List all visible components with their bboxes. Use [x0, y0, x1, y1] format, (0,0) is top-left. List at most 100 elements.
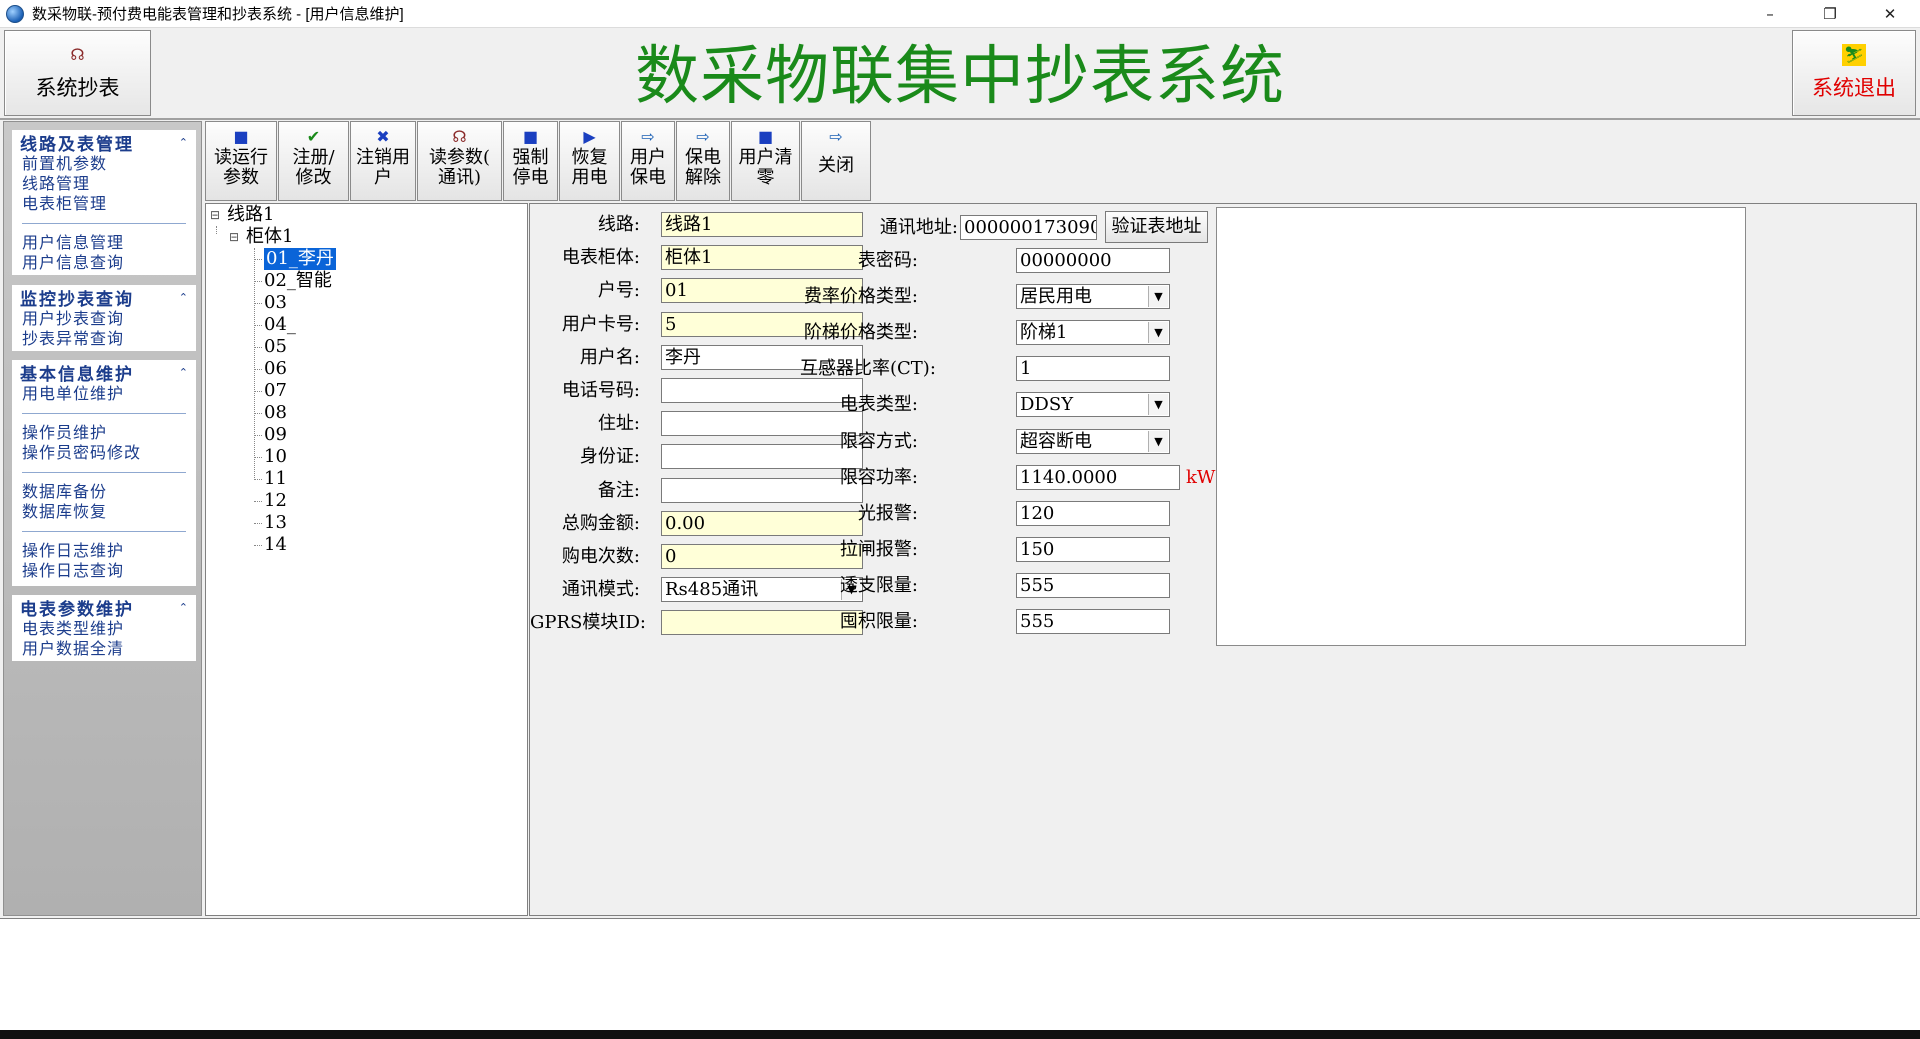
- door-icon: ⇨: [829, 127, 843, 146]
- text-field[interactable]: 120: [1016, 500, 1170, 526]
- field-value: 1140.0000: [1020, 466, 1118, 488]
- tree-node-user[interactable]: 08: [264, 402, 287, 424]
- sidebar: 线路及表管理 ⌃ 前置机参数 线路管理 电表柜管理 用户信息管理 用户信息查询 监…: [3, 121, 202, 916]
- collapse-icon[interactable]: ⌃: [179, 601, 188, 614]
- nav-group-basic-info: 基本信息维护 ⌃ 用电单位维护 操作员维护 操作员密码修改 数据库备份 数据库恢复…: [12, 360, 196, 586]
- nav-item[interactable]: 用户抄表查询: [12, 309, 196, 329]
- dropdown-select[interactable]: 阶梯1 ▼: [1016, 320, 1170, 346]
- nav-group-header[interactable]: 基本信息维护 ⌃: [12, 360, 196, 385]
- tree-line: [254, 523, 262, 524]
- dropdown-select[interactable]: DDSY ▼: [1016, 392, 1170, 418]
- nav-item[interactable]: 数据库恢复: [12, 502, 196, 522]
- nav-group-monitor: 监控抄表查询 ⌃ 用户抄表查询 抄表异常查询: [12, 285, 196, 351]
- nav-item[interactable]: 抄表异常查询: [12, 329, 196, 349]
- tree-node-user[interactable]: 03: [264, 292, 287, 314]
- collapse-icon[interactable]: ⌃: [179, 366, 188, 379]
- verify-address-button[interactable]: 验证表地址: [1105, 211, 1208, 243]
- text-field[interactable]: 1140.0000: [1016, 464, 1180, 490]
- nav-item[interactable]: 前置机参数: [12, 154, 196, 174]
- nav-item[interactable]: 操作员维护: [12, 423, 196, 443]
- nav-group-header[interactable]: 电表参数维护 ⌃: [12, 595, 196, 620]
- tree-node-user[interactable]: 10: [264, 446, 287, 468]
- dropdown-select[interactable]: 超容断电 ▼: [1016, 428, 1170, 454]
- tree-node-user[interactable]: 02_智能: [264, 270, 332, 292]
- text-field[interactable]: 555: [1016, 572, 1170, 598]
- chevron-down-icon[interactable]: ▼: [1148, 394, 1168, 416]
- toolbar-button[interactable]: ▶ 恢复 用电: [559, 121, 620, 201]
- toolbar-button[interactable]: ■ 用户清 零: [731, 121, 800, 201]
- toolbar: ■ 读运行 参数 ✔ 注册/ 修改 ✖ 注销用 户 ☊ 读参数( 通讯) ■ 强制 停电 ▶ 恢复 用…: [205, 121, 872, 201]
- toolbar-button-label: 注册/ 修改: [292, 147, 335, 188]
- tree-node-line[interactable]: 线路1: [227, 204, 274, 226]
- collapse-icon[interactable]: ⊟: [210, 208, 220, 222]
- system-exit-button[interactable]: ⛷ 系统退出: [1792, 30, 1916, 116]
- collapse-icon[interactable]: ⌃: [179, 136, 188, 149]
- toolbar-button-label: 恢复 用电: [571, 147, 608, 188]
- toolbar-button[interactable]: ☊ 读参数( 通讯): [417, 121, 502, 201]
- nav-item[interactable]: 电表类型维护: [12, 619, 196, 639]
- tree-node-user[interactable]: 09: [264, 424, 287, 446]
- nav-item[interactable]: 线路管理: [12, 174, 196, 194]
- unit-label: kW: [1186, 466, 1216, 488]
- nav-item[interactable]: 操作员密码修改: [12, 443, 196, 463]
- tree-node-user[interactable]: 05: [264, 336, 287, 358]
- dropdown-select[interactable]: 居民用电 ▼: [1016, 284, 1170, 310]
- field-label: 限容功率:: [839, 466, 918, 488]
- header: ☊ 系统抄表 数采物联集中抄表系统 ⛷ 系统退出: [0, 28, 1920, 120]
- tree-node-user[interactable]: 04_: [264, 314, 296, 336]
- toolbar-button[interactable]: ■ 强制 停电: [503, 121, 558, 201]
- field-label: 拉闸报警:: [839, 538, 918, 560]
- text-field[interactable]: 150: [1016, 536, 1170, 562]
- nav-item[interactable]: 用户信息管理: [12, 233, 196, 253]
- toolbar-button[interactable]: ■ 读运行 参数: [205, 121, 277, 201]
- nav-item[interactable]: 用户信息查询: [12, 253, 196, 273]
- field-label: 光报警:: [857, 502, 918, 524]
- comm-address-field[interactable]: 000000173090: [960, 215, 1097, 240]
- text-field[interactable]: 线路1: [661, 212, 863, 237]
- tree-node-user[interactable]: 07: [264, 380, 287, 402]
- nav-item[interactable]: 用电单位维护: [12, 384, 196, 404]
- tree-node-user[interactable]: 01_李丹: [264, 248, 336, 270]
- text-field[interactable]: 00000000: [1016, 248, 1170, 273]
- field-label: 限容方式:: [839, 430, 918, 452]
- toolbar-button[interactable]: ✖ 注销用 户: [350, 121, 416, 201]
- toolbar-button[interactable]: ✔ 注册/ 修改: [278, 121, 349, 201]
- nav-item[interactable]: 用户数据全清: [12, 639, 196, 659]
- minimize-button[interactable]: –: [1740, 0, 1800, 28]
- tree-node-user[interactable]: 13: [264, 512, 287, 534]
- field-label: 用户卡号:: [561, 313, 640, 335]
- toolbar-button-label: 强制 停电: [512, 147, 549, 188]
- tree-node-user[interactable]: 14: [264, 534, 287, 556]
- page-title: 数采物联集中抄表系统: [635, 40, 1285, 112]
- maximize-button[interactable]: ❐: [1800, 0, 1860, 28]
- text-field[interactable]: 555: [1016, 609, 1170, 634]
- nav-item[interactable]: 操作日志维护: [12, 541, 196, 561]
- tree-line: [254, 281, 262, 282]
- text-field[interactable]: 1: [1016, 356, 1170, 382]
- toolbar-button[interactable]: ⇨ 保电 解除: [676, 121, 730, 201]
- toolbar-button[interactable]: ⇨ 关闭: [801, 121, 871, 201]
- field-label: 购电次数:: [561, 546, 640, 567]
- close-button[interactable]: ✕: [1860, 0, 1920, 28]
- door-icon: ⇨: [641, 127, 655, 146]
- nav-item[interactable]: 操作日志查询: [12, 561, 196, 581]
- toolbar-button[interactable]: ⇨ 用户 保电: [621, 121, 675, 201]
- nav-group-header[interactable]: 线路及表管理 ⌃: [12, 130, 196, 155]
- chevron-down-icon[interactable]: ▼: [1148, 322, 1168, 344]
- collapse-icon[interactable]: ⊟: [229, 230, 239, 244]
- collapse-icon[interactable]: ⌃: [179, 291, 188, 304]
- tree-node-user[interactable]: 12: [264, 490, 287, 512]
- nav-item[interactable]: 数据库备份: [12, 482, 196, 502]
- chevron-down-icon[interactable]: ▼: [1148, 286, 1168, 308]
- chevron-down-icon[interactable]: ▼: [1148, 430, 1168, 452]
- tree-node-user[interactable]: 11: [264, 468, 287, 490]
- field-value: 线路1: [665, 214, 713, 235]
- tree-node-user[interactable]: 06: [264, 358, 287, 380]
- nav-item[interactable]: 电表柜管理: [12, 194, 196, 214]
- nav-group-header[interactable]: 监控抄表查询 ⌃: [12, 285, 196, 310]
- system-exit-label: 系统退出: [1812, 77, 1896, 100]
- preview-panel: [1216, 207, 1746, 646]
- tree-node-cabinet[interactable]: 柜体1: [246, 226, 293, 248]
- tree-line: [254, 413, 262, 414]
- status-panel: [0, 918, 1920, 1030]
